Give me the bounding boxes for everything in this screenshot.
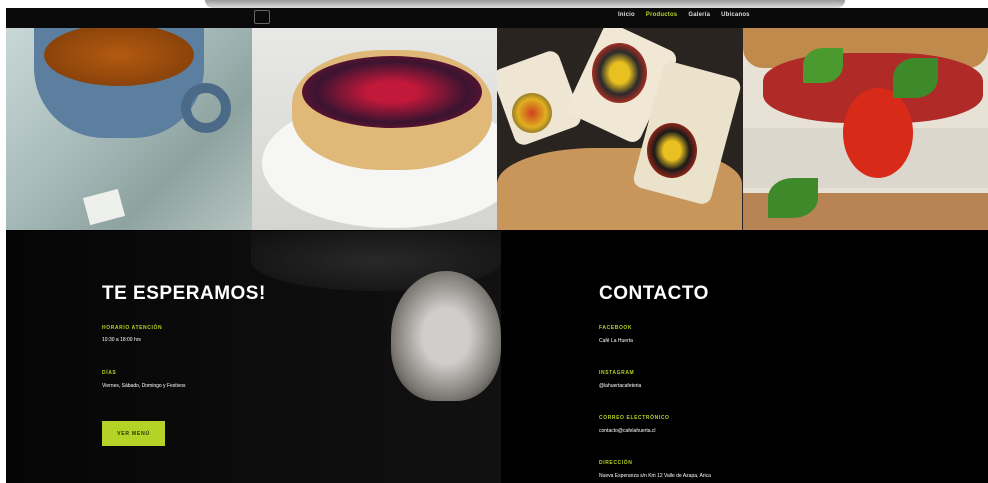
browser-top-shade: [205, 0, 845, 8]
berry-tart-photo: [251, 28, 497, 230]
dessert-background-photo: [6, 231, 501, 483]
days-label: DÍAS: [102, 370, 117, 376]
photo-gallery: [6, 28, 988, 230]
burrito-wraps-photo: [497, 28, 743, 230]
nav-menu: Inicio Productos Galería Ubicanos: [618, 12, 750, 18]
logo[interactable]: [254, 10, 270, 24]
facebook-link[interactable]: Café La Huerta: [599, 338, 633, 344]
email-link[interactable]: contacto@cafelahuerta.cl: [599, 428, 656, 434]
contact-title: CONTACTO: [599, 283, 709, 304]
hours-title: TE ESPERAMOS!: [102, 283, 266, 304]
navbar: Inicio Productos Galería Ubicanos: [6, 8, 988, 28]
sandwich-photo: [742, 28, 988, 230]
facebook-label: FACEBOOK: [599, 325, 633, 331]
instagram-label: INSTAGRAM: [599, 370, 635, 376]
nav-item-ubicanos[interactable]: Ubicanos: [721, 12, 750, 18]
page: Inicio Productos Galería Ubicanos TE ESP…: [6, 8, 988, 483]
tea-cup-photo: [6, 28, 252, 230]
instagram-link[interactable]: @lahuertacafeteria: [599, 383, 641, 389]
view-menu-button[interactable]: VER MENÚ: [102, 421, 165, 446]
schedule-label: HORARIO ATENCIÓN: [102, 325, 163, 331]
nav-item-inicio[interactable]: Inicio: [618, 12, 635, 18]
address-value: Nueva Esperanza s/n Km 12 Valle de Azapa…: [599, 473, 711, 479]
schedule-value: 10:30 a 18:00 hrs: [102, 337, 141, 343]
email-label: CORREO ELECTRÓNICO: [599, 415, 670, 421]
info-section: TE ESPERAMOS! HORARIO ATENCIÓN 10:30 a 1…: [6, 231, 988, 483]
nav-item-productos[interactable]: Productos: [646, 12, 677, 18]
days-value: Viernes, Sábado, Domingo y Festivos: [102, 383, 186, 389]
address-label: DIRECCIÓN: [599, 460, 633, 466]
nav-item-galeria[interactable]: Galería: [688, 12, 710, 18]
